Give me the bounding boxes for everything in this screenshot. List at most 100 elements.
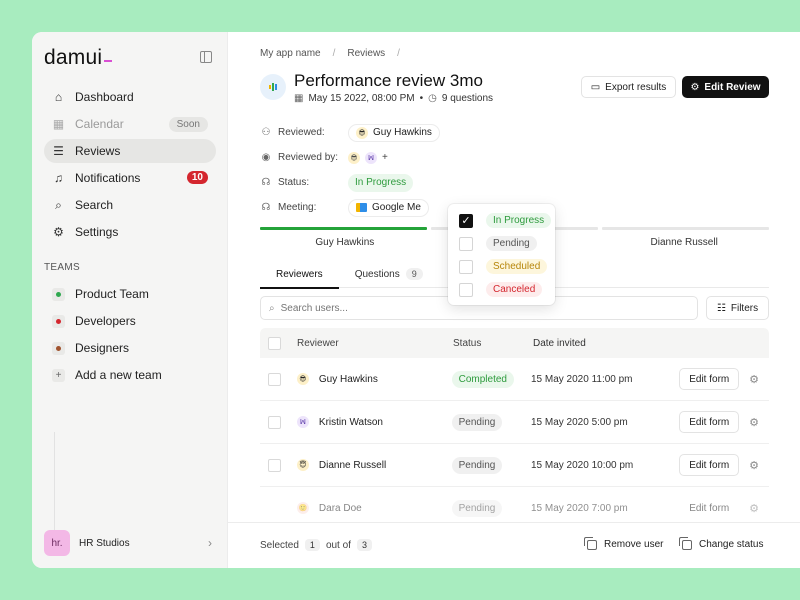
workspace-name: HR Studios <box>79 537 130 549</box>
column-header-date[interactable]: Date invited <box>533 338 673 349</box>
date-invited: 15 May 2020 7:00 pm <box>530 502 628 514</box>
reviewed-row: ⚇ Reviewed: 😎 Guy Hawkins <box>260 120 440 145</box>
status-row: ☊ Status: In Progress <box>260 170 440 195</box>
status-badge: Completed <box>451 370 514 388</box>
avatar: ꟽ <box>296 416 309 428</box>
edit-form-button[interactable]: Edit form <box>679 368 740 390</box>
filter-icon: ☷ <box>716 302 726 314</box>
team-color-icon <box>52 287 65 301</box>
edit-label: Edit Review <box>704 81 761 93</box>
add-team-button[interactable]: + Add a new team <box>44 363 216 387</box>
checkbox[interactable] <box>459 259 473 274</box>
app-logo[interactable]: damui <box>44 46 113 70</box>
edit-form-button[interactable]: Edit form <box>679 411 740 433</box>
chevron-right-icon: › <box>208 536 212 550</box>
row-settings-icon[interactable]: ⚙ <box>739 416 769 429</box>
row-settings-icon[interactable]: ⚙ <box>739 373 769 386</box>
row-checkbox[interactable] <box>268 458 281 472</box>
team-item-developers[interactable]: Developers <box>44 309 216 333</box>
team-item-product[interactable]: Product Team <box>44 282 216 306</box>
status-option-pending[interactable]: Pending <box>448 232 555 255</box>
change-status-button[interactable]: Change status <box>679 536 764 550</box>
status-select[interactable]: In Progress <box>348 173 414 192</box>
table-row[interactable]: 🙂 Dara Doe Pending 15 May 2020 7:00 pm Ed… <box>260 487 769 522</box>
row-checkbox[interactable] <box>268 372 281 386</box>
column-header-reviewer[interactable]: Reviewer <box>297 338 453 349</box>
team-item-designers[interactable]: Designers <box>44 336 216 360</box>
sidebar-item-calendar[interactable]: ▦ Calendar Soon <box>44 112 216 136</box>
google-meet-icon <box>356 203 367 212</box>
status-option-scheduled[interactable]: Scheduled <box>448 255 555 278</box>
status-option-label: Canceled <box>486 282 543 297</box>
edit-review-button[interactable]: ⚙ Edit Review <box>682 76 769 98</box>
breadcrumb-separator: / <box>397 48 400 59</box>
remove-label: Remove user <box>604 539 664 550</box>
sidebar-item-label: Dashboard <box>75 90 134 104</box>
bell-icon: ♫ <box>54 171 63 185</box>
table-row[interactable]: ꟽ Kristin Watson Pending 15 May 2020 5:00… <box>260 401 769 444</box>
breadcrumb-reviews[interactable]: Reviews <box>347 48 385 59</box>
breadcrumb-separator: / <box>332 48 336 59</box>
notification-count-badge: 10 <box>186 171 208 184</box>
breadcrumb-app[interactable]: My app name <box>260 48 321 59</box>
tab-reviewers[interactable]: Reviewers <box>260 260 339 289</box>
table-row[interactable]: 😎 Guy Hawkins Completed 15 May 2020 11:00… <box>260 358 769 401</box>
progress-label: Guy Hawkins <box>315 237 375 248</box>
column-header-status[interactable]: Status <box>453 338 533 349</box>
progress-label: Dianne Russell <box>650 237 718 248</box>
status-option-canceled[interactable]: Canceled <box>448 278 555 301</box>
meeting-chip[interactable]: Google Me <box>348 198 429 217</box>
gear-icon: ⚙ <box>53 225 64 239</box>
avatar: 😎 <box>296 373 309 385</box>
add-reviewer-plus[interactable]: + <box>382 152 388 163</box>
sidebar-item-search[interactable]: ⌕ Search <box>44 193 216 217</box>
table-header: Reviewer Status Date invited <box>260 328 769 358</box>
date-invited: 15 May 2020 11:00 pm <box>530 373 633 385</box>
reviewer-name: Dara Doe <box>318 502 362 514</box>
remove-user-button[interactable]: Remove user <box>584 536 664 550</box>
status-option-in-progress[interactable]: ✓ In Progress <box>448 209 555 232</box>
avatar: 😎 <box>348 151 360 164</box>
sidebar-collapse-icon[interactable] <box>200 51 212 63</box>
sidebar-item-reviews[interactable]: ☰ Reviews <box>44 139 216 163</box>
tab-questions[interactable]: Questions 9 <box>339 260 439 288</box>
export-results-button[interactable]: ▭ Export results <box>581 76 676 98</box>
select-all-checkbox[interactable] <box>268 336 281 350</box>
date-invited: 15 May 2020 10:00 pm <box>530 459 634 471</box>
status-dropdown: ✓ In Progress Pending Scheduled Canceled <box>448 204 555 305</box>
status-badge: Pending <box>451 413 503 431</box>
meeting-row: ☊ Meeting: Google Me <box>260 195 440 220</box>
reviews-icon: ☰ <box>53 144 64 158</box>
reviewed-person-chip[interactable]: 😎 Guy Hawkins <box>348 123 440 142</box>
sidebar-item-notifications[interactable]: ♫ Notifications 10 <box>44 166 216 190</box>
clock-icon: ◷ <box>428 93 437 104</box>
search-icon: ⌕ <box>55 197 62 212</box>
checkbox-checked-icon[interactable]: ✓ <box>459 213 473 228</box>
avatar: ꟽ <box>365 151 377 164</box>
calendar-icon: ▦ <box>294 93 304 104</box>
selection-footer: Selected 1 out of 3 Remove user Change s… <box>228 522 800 568</box>
users-icon: ⚇ <box>261 127 271 138</box>
selected-count: 1 <box>304 539 320 551</box>
checkbox[interactable] <box>459 282 473 297</box>
teams-heading: TEAMS <box>44 262 80 273</box>
tab-label: Reviewers <box>276 268 323 280</box>
reviewers-avatars[interactable]: 😎 ꟽ + <box>348 149 395 167</box>
reviewers-table: Reviewer Status Date invited 😎 Guy Hawkin… <box>260 328 769 522</box>
copy-icon <box>584 536 597 550</box>
filters-button[interactable]: ☷ Filters <box>706 296 769 320</box>
checkbox[interactable] <box>459 236 473 251</box>
edit-form-button[interactable]: Edit form <box>679 454 740 476</box>
row-checkbox[interactable] <box>268 415 281 429</box>
edit-gear-icon: ⚙ <box>690 81 700 93</box>
row-settings-icon[interactable]: ⚙ <box>739 459 769 472</box>
sidebar-item-settings[interactable]: ⚙ Settings <box>44 220 216 244</box>
row-settings-icon[interactable]: ⚙ <box>739 502 769 515</box>
workspace-switcher[interactable]: hr. HR Studios › <box>44 529 216 557</box>
reviewer-name: Dianne Russell <box>318 459 387 471</box>
page-title: Performance review 3mo <box>294 71 483 90</box>
table-row[interactable]: 😇 Dianne Russell Pending 15 May 2020 10:0… <box>260 444 769 487</box>
edit-form-button[interactable]: Edit form <box>679 497 740 519</box>
meeting-value: Google Me <box>372 202 421 213</box>
sidebar-item-dashboard[interactable]: ⌂ Dashboard <box>44 85 216 109</box>
